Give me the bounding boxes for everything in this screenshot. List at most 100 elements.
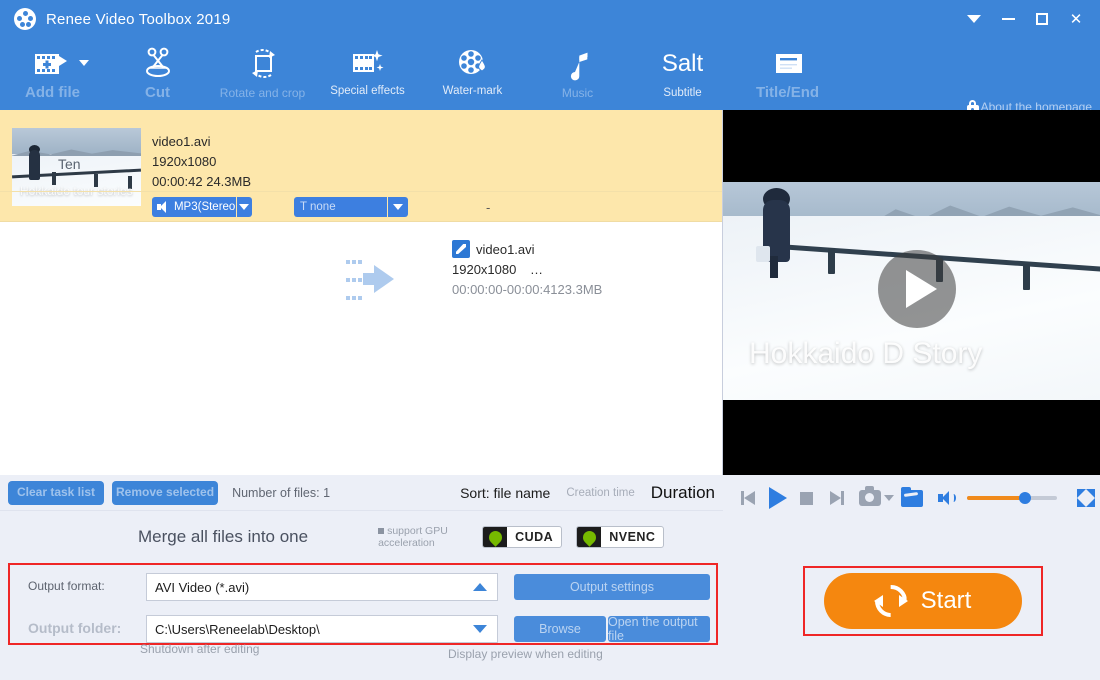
app-title: Renee Video Toolbox 2019 bbox=[46, 10, 231, 28]
dropdown-menu-button[interactable] bbox=[958, 4, 990, 34]
source-duration-size: 00:00:42 24.3MB bbox=[152, 174, 252, 189]
app-window: Renee Video Toolbox 2019 ✕ Add file Cut … bbox=[0, 0, 1100, 680]
toolbar-item-special-effects[interactable]: Special effects bbox=[315, 38, 420, 110]
display-preview-checkbox[interactable]: Display preview when editing bbox=[448, 648, 603, 661]
audio-track-caret-icon[interactable] bbox=[236, 197, 252, 217]
shutdown-after-editing-checkbox[interactable]: Shutdown after editing bbox=[140, 643, 270, 656]
toolbar-label-title-end: Title/End bbox=[755, 84, 820, 101]
row-track-selectors: MP3(Stereo 4 T none - bbox=[0, 191, 722, 221]
merge-all-files-label[interactable]: Merge all files into one bbox=[138, 527, 308, 547]
start-button[interactable]: Start bbox=[824, 573, 1022, 629]
pencil-edit-icon[interactable] bbox=[452, 240, 470, 258]
toolbar-item-cut[interactable]: Cut bbox=[105, 38, 210, 110]
sort-by-file-name[interactable]: Sort: file name bbox=[460, 485, 550, 501]
previous-button[interactable] bbox=[735, 483, 764, 513]
sort-controls: Sort: file name Creation time Duration bbox=[460, 483, 715, 503]
toolbar-label-subtitle: Subtitle bbox=[663, 87, 702, 99]
cuda-badge-label: CUDA bbox=[515, 530, 554, 544]
video-frame[interactable]: Hokkaido D Story bbox=[723, 182, 1100, 400]
skip-next-icon bbox=[828, 490, 844, 506]
gpu-acceleration-text: support GPU acceleration bbox=[378, 525, 448, 549]
stop-button[interactable] bbox=[793, 483, 822, 513]
maximize-icon bbox=[1036, 13, 1048, 25]
nvidia-eye-icon bbox=[577, 527, 602, 547]
subtitle-track-caret-icon[interactable] bbox=[388, 197, 408, 217]
snapshot-button[interactable] bbox=[856, 483, 897, 513]
output-folder-value: C:\Users\Reneelab\Desktop\ bbox=[155, 621, 320, 637]
subtitle-salt-icon: Salt bbox=[661, 44, 705, 84]
chevron-down-icon bbox=[967, 15, 981, 23]
nvidia-eye-icon bbox=[483, 527, 508, 547]
caret-up-icon[interactable] bbox=[473, 583, 487, 591]
audio-track-dropdown[interactable]: MP3(Stereo 4 bbox=[152, 196, 252, 217]
destination-file-name: video1.avi bbox=[476, 241, 535, 257]
output-settings-panel: Output format: AVI Video (*.avi) Output … bbox=[8, 563, 718, 645]
output-format-value: AVI Video (*.avi) bbox=[155, 579, 250, 595]
destination-resolution: 1920x1080 bbox=[452, 262, 517, 277]
close-button[interactable]: ✕ bbox=[1060, 4, 1092, 34]
fullscreen-button[interactable] bbox=[1071, 483, 1100, 513]
toolbar-item-subtitle[interactable]: Salt Subtitle bbox=[630, 38, 735, 110]
subtitle-track-dropdown[interactable]: T none bbox=[294, 196, 408, 217]
remove-selected-button[interactable]: Remove selected bbox=[112, 480, 219, 505]
nvenc-badge[interactable]: NVENC bbox=[576, 526, 665, 548]
window-controls: ✕ bbox=[958, 0, 1092, 38]
subtitle-icon-text: Salt bbox=[661, 50, 704, 77]
output-folder-input[interactable]: C:\Users\Reneelab\Desktop\ bbox=[146, 615, 498, 643]
sort-by-duration[interactable]: Duration bbox=[651, 483, 715, 503]
destination-file-info: video1.avi 1920x1080 … 00:00:00-00:00:41… bbox=[452, 240, 602, 300]
start-button-label: Start bbox=[920, 587, 972, 614]
clear-task-list-button[interactable]: Clear task list bbox=[8, 480, 104, 505]
toolbar-label-cut: Cut bbox=[145, 84, 170, 101]
toolbar-label-special-effects: Special effects bbox=[330, 85, 405, 97]
volume-slider[interactable] bbox=[967, 492, 1058, 504]
output-format-select[interactable]: AVI Video (*.avi) bbox=[146, 573, 498, 601]
toolbar-label-rotate-crop: Rotate and crop bbox=[219, 86, 306, 100]
open-folder-button[interactable] bbox=[898, 483, 927, 513]
table-row[interactable]: Ten Hokkaido tour stories video1.avi 192… bbox=[0, 110, 722, 300]
open-output-file-button[interactable]: Open the output file bbox=[608, 615, 710, 643]
subtitle-track-label: T none bbox=[300, 200, 336, 213]
speaker-icon bbox=[157, 200, 168, 213]
toolbar-label-add-file: Add file bbox=[25, 84, 80, 101]
cuda-badge[interactable]: CUDA bbox=[482, 526, 563, 548]
arrow-right-icon bbox=[345, 252, 394, 306]
video-preview-pane: Hokkaido D Story bbox=[723, 110, 1100, 475]
thumbnail-center-text: Ten bbox=[58, 156, 81, 172]
chevron-down-icon[interactable] bbox=[884, 495, 895, 501]
title-bar: Renee Video Toolbox 2019 ✕ bbox=[0, 0, 1100, 38]
destination-ellipsis[interactable]: … bbox=[530, 262, 543, 277]
minimize-button[interactable] bbox=[992, 4, 1024, 34]
toolbar-item-music[interactable]: Music bbox=[525, 38, 630, 110]
toolbar-item-add-file[interactable]: Add file bbox=[0, 38, 105, 110]
app-logo-icon bbox=[14, 8, 36, 30]
next-button[interactable] bbox=[821, 483, 850, 513]
maximize-button[interactable] bbox=[1026, 4, 1058, 34]
destination-duration-size: 00:00:00-00:00:4123.3MB bbox=[452, 282, 603, 297]
sort-by-creation-time[interactable]: Creation time bbox=[566, 487, 634, 499]
browse-button[interactable]: Browse bbox=[514, 616, 606, 642]
volume-slider-knob[interactable] bbox=[1019, 492, 1032, 504]
nvenc-badge-label: NVENC bbox=[609, 530, 656, 544]
file-list[interactable]: Ten Hokkaido tour stories video1.avi 192… bbox=[0, 110, 723, 475]
toolbar-item-rotate-crop[interactable]: Rotate and crop bbox=[210, 38, 315, 110]
source-file-name: video1.avi bbox=[152, 134, 211, 149]
toolbar-item-watermark[interactable]: Water-mark bbox=[420, 38, 525, 110]
main-toolbar: Add file Cut Rotate and crop Special eff… bbox=[0, 38, 1100, 114]
merge-gpu-bar: Merge all files into one support GPU acc… bbox=[0, 511, 723, 563]
volume-button[interactable] bbox=[932, 483, 961, 513]
stop-icon bbox=[800, 491, 814, 505]
add-file-caret-icon[interactable] bbox=[79, 60, 89, 66]
close-icon: ✕ bbox=[1069, 10, 1083, 28]
audio-track-label: MP3(Stereo 4 bbox=[173, 200, 236, 213]
watermark-reel-icon bbox=[451, 44, 495, 84]
play-overlay-button[interactable] bbox=[878, 250, 956, 328]
play-button[interactable] bbox=[764, 483, 793, 513]
add-film-icon bbox=[31, 44, 75, 84]
caret-down-icon[interactable] bbox=[473, 625, 487, 633]
output-settings-button[interactable]: Output settings bbox=[514, 574, 710, 600]
toolbar-item-title-end[interactable]: Title/End bbox=[735, 38, 840, 110]
gpu-acceleration-note: support GPU acceleration bbox=[378, 525, 468, 549]
scissors-icon bbox=[136, 44, 180, 84]
player-controls-bar bbox=[723, 475, 1100, 521]
